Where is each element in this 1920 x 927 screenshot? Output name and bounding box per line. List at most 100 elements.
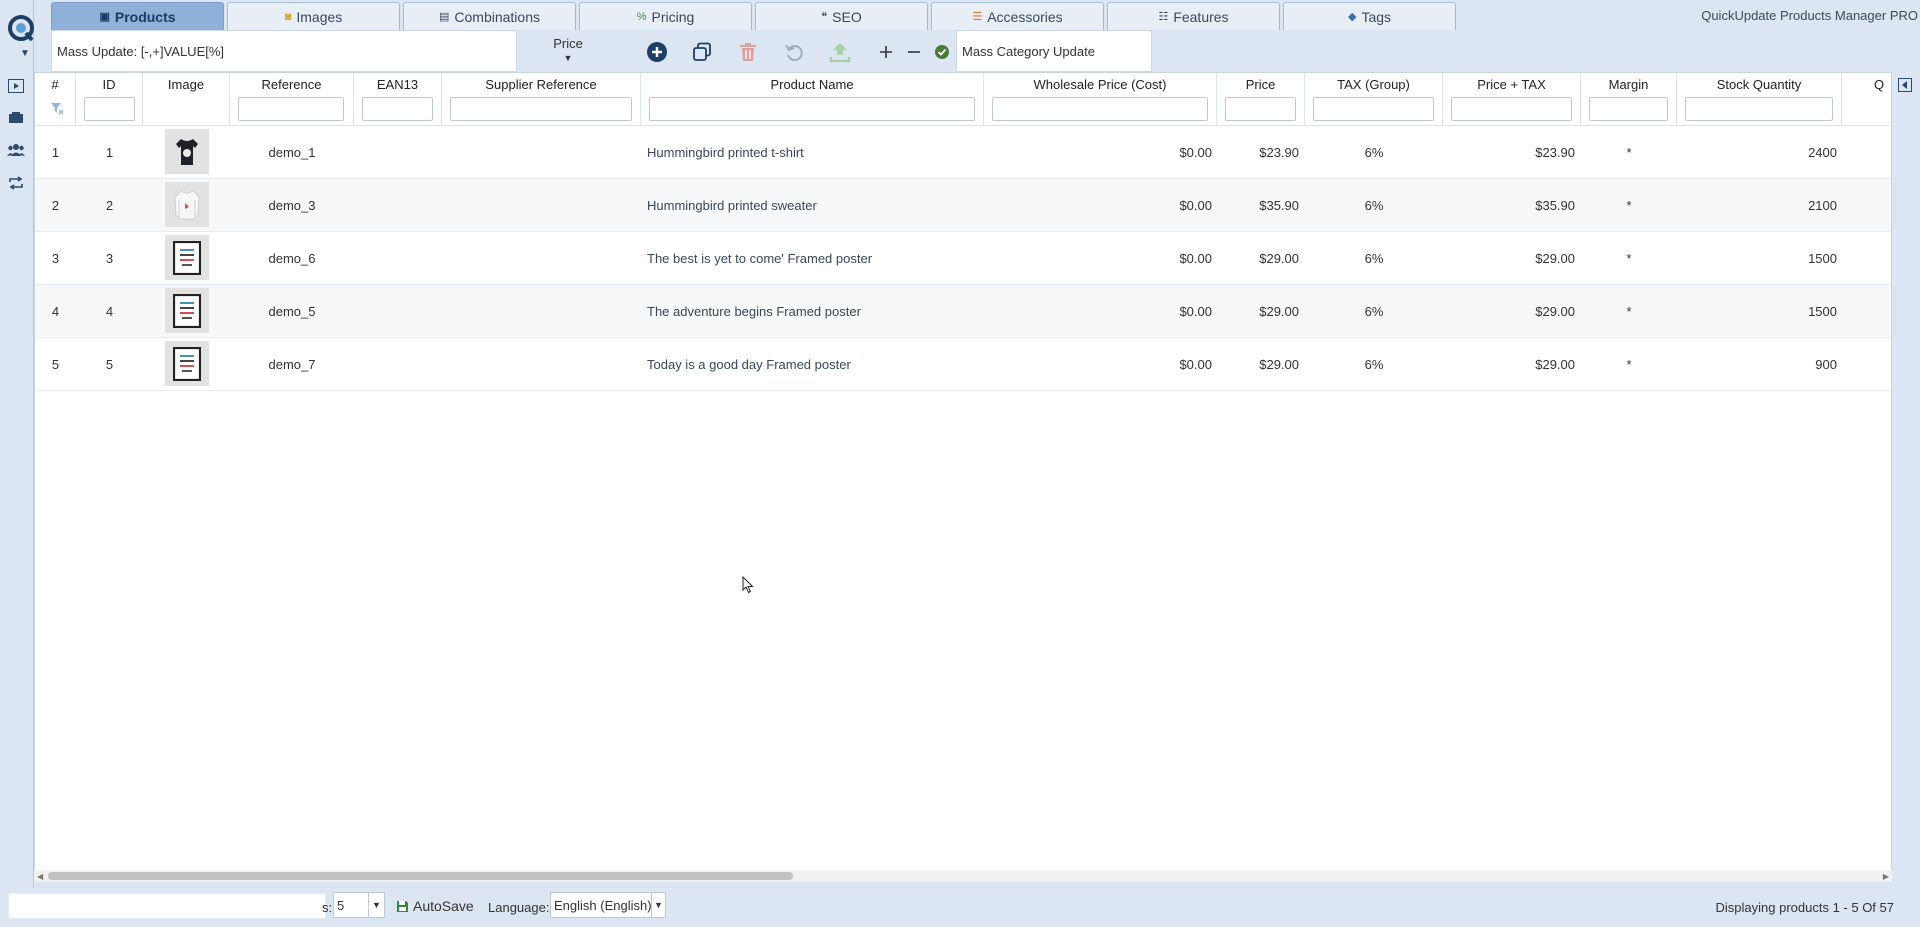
per-page-select[interactable]: 5 ▼ xyxy=(333,892,385,918)
column-header-id[interactable]: ID xyxy=(76,73,143,125)
scroll-left-icon[interactable]: ◀ xyxy=(37,872,43,881)
tab-seo[interactable]: ❝ SEO xyxy=(755,2,928,30)
cell-stock-quantity[interactable]: 1500 xyxy=(1677,232,1837,285)
cell-price-tax[interactable]: $35.90 xyxy=(1443,179,1575,232)
cell-id[interactable]: 3 xyxy=(76,232,143,285)
column-header-stock-quantity[interactable]: Stock Quantity xyxy=(1677,73,1842,125)
tab-tags[interactable]: ◆ Tags xyxy=(1283,2,1456,30)
column-header-product-name[interactable]: Product Name xyxy=(641,73,984,125)
cell-stock-quantity[interactable]: 2100 xyxy=(1677,179,1837,232)
column-header-ean13[interactable]: EAN13 xyxy=(354,73,442,125)
filter-input-tax[interactable] xyxy=(1313,97,1434,121)
cell-reference[interactable]: demo_6 xyxy=(230,232,354,285)
tab-combinations[interactable]: ▤ Combinations xyxy=(403,2,576,30)
cell-margin[interactable]: * xyxy=(1581,285,1677,338)
column-header-margin[interactable]: Margin xyxy=(1581,73,1677,125)
cell-wholesale-price[interactable]: $0.00 xyxy=(984,179,1212,232)
cell-stock-quantity[interactable]: 2400 xyxy=(1677,126,1837,179)
mass-update-input[interactable]: Mass Update: [-,+]VALUE[%] xyxy=(51,30,517,72)
cell-product-name[interactable]: Hummingbird printed t-shirt xyxy=(647,126,984,179)
cell-margin[interactable]: * xyxy=(1581,126,1677,179)
cell-num[interactable]: 5 xyxy=(35,338,76,391)
cell-price[interactable]: $35.90 xyxy=(1217,179,1299,232)
filter-input-stock-quantity[interactable] xyxy=(1685,97,1833,121)
cell-product-name[interactable]: Today is a good day Framed poster xyxy=(647,338,984,391)
chevron-down-icon[interactable]: ▼ xyxy=(20,48,30,59)
play-panel-icon[interactable] xyxy=(6,76,26,96)
tab-pricing[interactable]: % Pricing xyxy=(579,2,752,30)
cell-id[interactable]: 2 xyxy=(76,179,143,232)
column-header-price[interactable]: Price xyxy=(1217,73,1305,125)
cell-num[interactable]: 4 xyxy=(35,285,76,338)
cell-num[interactable]: 2 xyxy=(35,179,76,232)
cell-wholesale-price[interactable]: $0.00 xyxy=(984,126,1212,179)
apply-button[interactable] xyxy=(930,40,954,64)
cell-tax[interactable]: 6% xyxy=(1305,126,1443,179)
column-header-tax[interactable]: TAX (Group) xyxy=(1305,73,1443,125)
mass-category-update-input[interactable]: Mass Category Update xyxy=(956,30,1152,72)
cell-margin[interactable]: * xyxy=(1581,179,1677,232)
column-header-next[interactable]: Q xyxy=(1842,73,1891,125)
cell-wholesale-price[interactable]: $0.00 xyxy=(984,232,1212,285)
cell-price[interactable]: $23.90 xyxy=(1217,126,1299,179)
cell-reference[interactable]: demo_1 xyxy=(230,126,354,179)
cell-margin[interactable]: * xyxy=(1581,338,1677,391)
autosave-button[interactable]: AutoSave xyxy=(396,898,474,914)
column-header-reference[interactable]: Reference xyxy=(230,73,354,125)
upload-button[interactable] xyxy=(828,40,852,64)
cell-price-tax[interactable]: $23.90 xyxy=(1443,126,1575,179)
sync-icon[interactable] xyxy=(6,173,26,193)
cell-price[interactable]: $29.00 xyxy=(1217,285,1299,338)
filter-input-id[interactable] xyxy=(84,97,135,121)
cell-stock-quantity[interactable]: 1500 xyxy=(1677,285,1837,338)
column-header-num[interactable]: # xyxy=(35,73,76,125)
product-thumbnail[interactable] xyxy=(165,182,209,227)
column-header-price-tax[interactable]: Price + TAX xyxy=(1443,73,1581,125)
tab-products[interactable]: ▣ Products xyxy=(51,2,224,30)
collapse-panel-icon[interactable] xyxy=(1898,78,1912,92)
duplicate-button[interactable] xyxy=(690,40,714,64)
expand-button[interactable] xyxy=(874,40,898,64)
tab-accessories[interactable]: ☰ Accessories xyxy=(931,2,1104,30)
cell-product-name[interactable]: The adventure begins Framed poster xyxy=(647,285,984,338)
tab-features[interactable]: ☷ Features xyxy=(1107,2,1280,30)
cell-reference[interactable]: demo_5 xyxy=(230,285,354,338)
products-icon[interactable] xyxy=(6,108,26,128)
cell-wholesale-price[interactable]: $0.00 xyxy=(984,338,1212,391)
cell-product-name[interactable]: Hummingbird printed sweater xyxy=(647,179,984,232)
cell-price[interactable]: $29.00 xyxy=(1217,232,1299,285)
product-thumbnail[interactable] xyxy=(165,288,209,333)
filter-input-price-tax[interactable] xyxy=(1451,97,1572,121)
add-product-button[interactable] xyxy=(645,40,669,64)
cell-tax[interactable]: 6% xyxy=(1305,338,1443,391)
cell-tax[interactable]: 6% xyxy=(1305,285,1443,338)
product-thumbnail[interactable] xyxy=(165,341,209,386)
filter-input-margin[interactable] xyxy=(1589,97,1668,121)
table-row[interactable]: 3 3 demo_6 The best is yet to come' Framed … xyxy=(35,232,1891,285)
clear-filter-icon[interactable] xyxy=(50,101,64,115)
cell-wholesale-price[interactable]: $0.00 xyxy=(984,285,1212,338)
collapse-button[interactable] xyxy=(902,40,926,64)
filter-input-ean13[interactable] xyxy=(362,97,433,121)
cell-id[interactable]: 5 xyxy=(76,338,143,391)
filter-input-product-name[interactable] xyxy=(649,97,975,121)
filter-input-price[interactable] xyxy=(1225,97,1296,121)
product-thumbnail[interactable] xyxy=(165,129,209,174)
cell-price-tax[interactable]: $29.00 xyxy=(1443,285,1575,338)
filter-input-wholesale-price[interactable] xyxy=(992,97,1208,121)
cell-tax[interactable]: 6% xyxy=(1305,179,1443,232)
column-header-supplier-reference[interactable]: Supplier Reference xyxy=(442,73,641,125)
cell-reference[interactable]: demo_3 xyxy=(230,179,354,232)
table-row[interactable]: 2 2 demo_3 Hummingbird printed sweater $0.00… xyxy=(35,179,1891,232)
table-row[interactable]: 5 5 demo_7 Today is a good day Framed poste… xyxy=(35,338,1891,391)
cell-price-tax[interactable]: $29.00 xyxy=(1443,338,1575,391)
price-field-select[interactable]: Price ▼ xyxy=(533,36,603,63)
language-select[interactable]: English (English) ▼ xyxy=(550,892,666,918)
scroll-right-icon[interactable]: ▶ xyxy=(1883,872,1889,881)
scrollbar-thumb[interactable] xyxy=(48,872,793,880)
filter-input-reference[interactable] xyxy=(238,97,344,121)
pager-box[interactable] xyxy=(8,893,326,919)
column-header-wholesale-price[interactable]: Wholesale Price (Cost) xyxy=(984,73,1217,125)
table-row[interactable]: 4 4 demo_5 The adventure begins Framed post… xyxy=(35,285,1891,338)
cell-product-name[interactable]: The best is yet to come' Framed poster xyxy=(647,232,984,285)
